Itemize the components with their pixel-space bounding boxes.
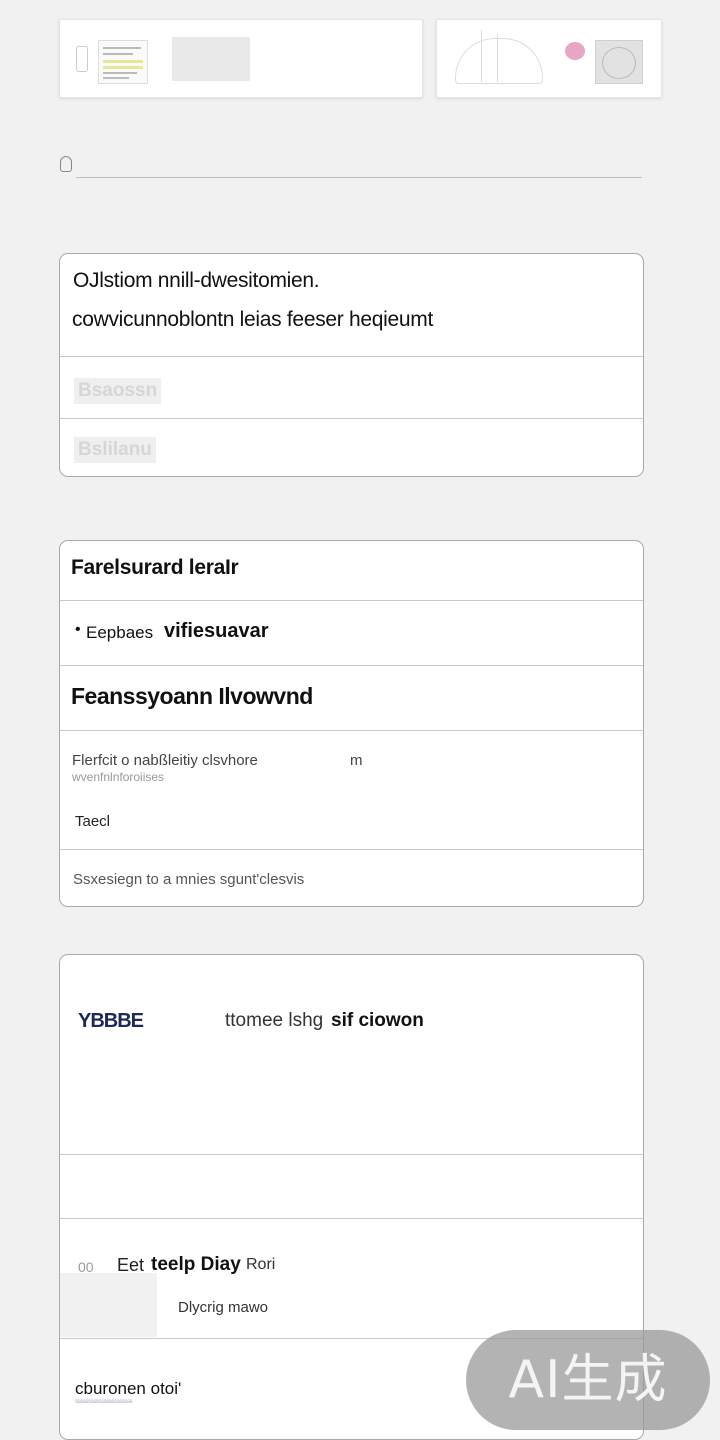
list-item-label: Bsaossn	[74, 378, 162, 404]
pink-blob-decoration	[565, 42, 585, 60]
list-item-label: Bslilanu	[74, 437, 156, 463]
bottom-row-label: cburonen otoi'	[75, 1379, 182, 1398]
panel-question-title-line1: OJlstiom nnill-dwesitomien.	[73, 269, 320, 292]
search-input[interactable]	[82, 152, 646, 178]
empty-row	[60, 1154, 643, 1218]
description-line-2: wvenfnlnforoiises	[72, 770, 165, 784]
spreadsheet-thumbnail-icon	[72, 40, 94, 76]
field-label: Taecl	[75, 813, 111, 830]
list-item-bullet[interactable]: • Eepbaes vifiesuavar	[60, 600, 643, 665]
media-item-title-a: Eet	[117, 1255, 145, 1275]
search-bar[interactable]	[60, 152, 646, 180]
media-thumbnail-image	[60, 1273, 157, 1337]
detail-heading-strong: sif ciowon	[331, 1010, 424, 1031]
media-item-title-c: Rori	[246, 1256, 276, 1273]
illustration-thumbnail-image	[451, 26, 547, 86]
description-line-1: Flerfcit o nabßleitiy clsvhore	[72, 752, 258, 769]
link-icon: 00	[78, 1259, 94, 1275]
list-item[interactable]: Bslilanu	[60, 418, 643, 476]
media-item-title-b: teelp Diay	[151, 1254, 241, 1275]
panel-question-title-line2: cowvicunnoblontn leias feeser heqieumt	[72, 308, 433, 331]
bullet-label: Eepbaes	[86, 623, 154, 642]
list-item[interactable]: Bsaossn	[60, 356, 643, 418]
bullet-label-strong: vifiesuavar	[164, 620, 269, 642]
panel-feature-header: Farelsurard leraIr	[71, 556, 239, 579]
thumbnail-card-spreadsheet[interactable]	[59, 19, 423, 98]
description-row: Flerfcit o nabßleitiy clsvhore m wvenfnl…	[60, 730, 643, 849]
code-label: YBBBE	[78, 1010, 144, 1032]
section-title-row: Feanssyoann Ilvowvnd	[60, 665, 643, 731]
blurred-thumbnail-caption	[172, 37, 250, 81]
section-title: Feanssyoann Ilvowvnd	[71, 683, 313, 709]
gray-graphic-image	[595, 40, 643, 84]
panel-question: OJlstiom nnill-dwesitomien. cowvicunnobl…	[59, 253, 644, 477]
list-item-media[interactable]: 00 Eet teelp Diay Rori Dlycrig mawo	[60, 1218, 643, 1338]
spreadsheet-preview-image	[98, 40, 148, 84]
footer-link-text[interactable]: Ssxesiegn to a mnies sgunt'clesvis	[73, 871, 304, 888]
detail-heading: ttomee lshg	[225, 1010, 324, 1031]
bullet-dot-icon: •	[75, 621, 81, 638]
bottom-row-sub: ssssssssssssssssssssss	[75, 1399, 133, 1405]
panel-feature: Farelsurard leraIr • Eepbaes vifiesuavar…	[59, 540, 644, 907]
search-icon	[60, 156, 72, 172]
description-line-1-right: m	[350, 752, 363, 769]
footer-link-row[interactable]: Ssxesiegn to a mnies sgunt'clesvis	[60, 849, 643, 906]
thumbnail-card-illustration[interactable]	[436, 19, 662, 98]
ai-generated-watermark: AI生成	[466, 1330, 710, 1430]
media-item-subtitle: Dlycrig mawo	[178, 1299, 269, 1316]
